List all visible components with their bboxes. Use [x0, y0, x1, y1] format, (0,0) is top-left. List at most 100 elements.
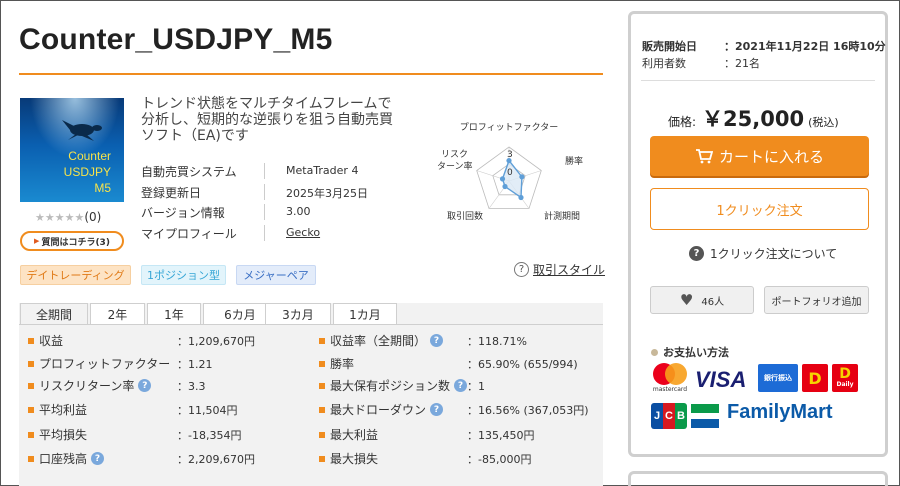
help-icon[interactable]: ?	[91, 452, 105, 465]
favorite-count: 46人	[701, 296, 725, 308]
stat-label-text: 最大損失	[330, 452, 379, 466]
page-title: Counter_USDJPY_M5	[19, 23, 333, 56]
stats-table: 収益 ：1,209,670円 プロフィットファクター ：1.21 リスクリターン率? ：3…	[19, 324, 603, 486]
bullet-square-icon	[319, 455, 325, 462]
stat-value: ：118.71%	[467, 335, 527, 348]
favorite-button[interactable]: ♥ 46人	[650, 286, 754, 314]
one-click-order-button[interactable]: 1クリック注文	[650, 188, 869, 230]
bullet-square-icon	[28, 360, 34, 367]
stat-label: 最大損失	[319, 450, 378, 467]
sale-start-value: ：2021年11月22日 16時10分	[724, 40, 886, 53]
product-description: トレンド状態をマルチタイムフレームで分析し、短期的な逆張りを狙う自動売買ソフト（…	[141, 96, 393, 144]
mastercard-text: mastercard	[652, 386, 688, 393]
tag-daytrading[interactable]: デイトレーディング	[20, 265, 131, 285]
question-icon: ?	[689, 246, 704, 261]
stat-value: ：-18,354円	[177, 429, 242, 442]
help-icon[interactable]: ?	[454, 379, 468, 392]
info-label: マイプロフィール	[141, 227, 237, 241]
add-portfolio-button[interactable]: ポートフォリオ追加	[764, 286, 869, 314]
stat-value: ：-85,000円	[467, 453, 532, 466]
panel-divider	[641, 80, 875, 81]
stat-value: ：2,209,670円	[177, 453, 255, 466]
radar-point	[499, 176, 506, 182]
stat-label-text: プロフィットファクター	[39, 357, 171, 371]
stat-label: リスクリターン率?	[28, 377, 152, 394]
radar-axis-label: 勝率	[565, 155, 583, 167]
price-label: 価格:	[668, 115, 697, 129]
star-icons: ★★★★★	[35, 211, 85, 224]
stat-label-text: リスクリターン率	[39, 379, 135, 393]
bullet-square-icon	[319, 406, 325, 413]
product-image[interactable]: Counter USDJPY M5	[20, 98, 124, 202]
stat-label-text: 収益	[39, 334, 64, 348]
image-label-line: Counter	[68, 149, 111, 163]
radar-chart: プロフィットファクター 勝率 計測期間 取引回数 リスク ターン率 3 0	[437, 122, 583, 222]
stat-label-text: 口座残高	[39, 452, 88, 466]
users-label: 利用者数	[642, 57, 686, 70]
radar-axis-label: 計測期間	[544, 210, 580, 222]
help-icon[interactable]: ?	[138, 379, 152, 392]
help-icon[interactable]: ?	[430, 403, 444, 416]
add-to-cart-label: カートに入れる	[718, 147, 824, 166]
info-divider	[264, 225, 265, 241]
stat-label-text: 平均損失	[39, 428, 88, 442]
bullet-square-icon	[28, 431, 34, 438]
bullet-square-icon	[28, 406, 34, 413]
radar-axis-label: リスク	[441, 149, 468, 160]
bullet-square-icon	[28, 382, 34, 389]
payment-methods-title: お支払い方法	[651, 344, 729, 360]
tag-one-position[interactable]: 1ポジション型	[141, 265, 226, 285]
stat-value: ：1	[467, 380, 485, 393]
stat-label-text: 平均利益	[39, 403, 88, 417]
tab-2-years[interactable]: 2年	[90, 303, 145, 325]
add-to-cart-button[interactable]: カートに入れる	[650, 136, 869, 176]
stat-label-text: 最大利益	[330, 428, 379, 442]
bullet-square-icon	[28, 455, 34, 462]
radar-scale-label: 0	[507, 168, 513, 178]
profile-link[interactable]: Gecko	[286, 226, 320, 239]
image-label-line: USDJPY	[63, 165, 111, 179]
stat-value: ：11,504円	[177, 404, 238, 417]
tab-1-year[interactable]: 1年	[147, 303, 201, 325]
bullet-square-icon	[319, 431, 325, 438]
daily-yamazaki-logo: D Daily	[832, 364, 858, 392]
bullet-square-icon	[319, 382, 325, 389]
radar-point	[519, 174, 525, 180]
bullet-square-icon	[28, 337, 34, 344]
jcb-logo: J C B	[651, 403, 687, 429]
jcb-letter: C	[663, 403, 675, 429]
info-label: バージョン情報	[141, 206, 225, 220]
stat-label: 最大利益	[319, 426, 378, 443]
stat-value: ：135,450円	[467, 429, 535, 442]
daily-text: Daily	[836, 381, 854, 388]
info-value: MetaTrader 4	[286, 164, 359, 177]
trade-style-link[interactable]: ? 取引スタイル	[514, 261, 605, 278]
jcb-letter: J	[651, 403, 663, 429]
tab-all-period[interactable]: 全期間	[20, 303, 88, 325]
review-count: (0)	[84, 210, 102, 224]
stat-label: 口座残高?	[28, 450, 105, 467]
tag-major-pair[interactable]: メジャーペア	[236, 265, 316, 285]
bullet-icon	[651, 348, 658, 356]
radar-point	[518, 194, 524, 201]
stat-value: ：3.3	[177, 380, 206, 393]
stat-label: 収益率（全期間）?	[319, 332, 444, 349]
price-value: ￥25,000	[702, 107, 805, 131]
questions-button[interactable]: ▶ 質問はコチラ(3)	[20, 231, 124, 251]
heart-icon: ♥	[679, 291, 694, 309]
info-label: 登録更新日	[141, 186, 202, 200]
jcb-letter: B	[675, 403, 687, 429]
stat-value: ：1.21	[177, 358, 213, 371]
tab-3-months[interactable]: 3カ月	[265, 303, 331, 325]
stat-value: ：16.56% (367,053円)	[467, 404, 589, 417]
questions-button-label: 質問はコチラ(3)	[41, 237, 110, 248]
arrow-right-icon: ▶	[34, 237, 40, 245]
trade-style-label: 取引スタイル	[533, 263, 606, 277]
help-icon[interactable]: ?	[430, 334, 444, 347]
visa-logo: VISA	[695, 367, 747, 392]
tab-1-month[interactable]: 1カ月	[333, 303, 397, 325]
stat-label-text: 最大保有ポジション数	[330, 379, 451, 393]
stat-label-text: 勝率	[330, 357, 355, 371]
one-click-help-link[interactable]: ? 1クリック注文について	[689, 245, 837, 262]
radar-axis-label: 取引回数	[447, 210, 483, 222]
